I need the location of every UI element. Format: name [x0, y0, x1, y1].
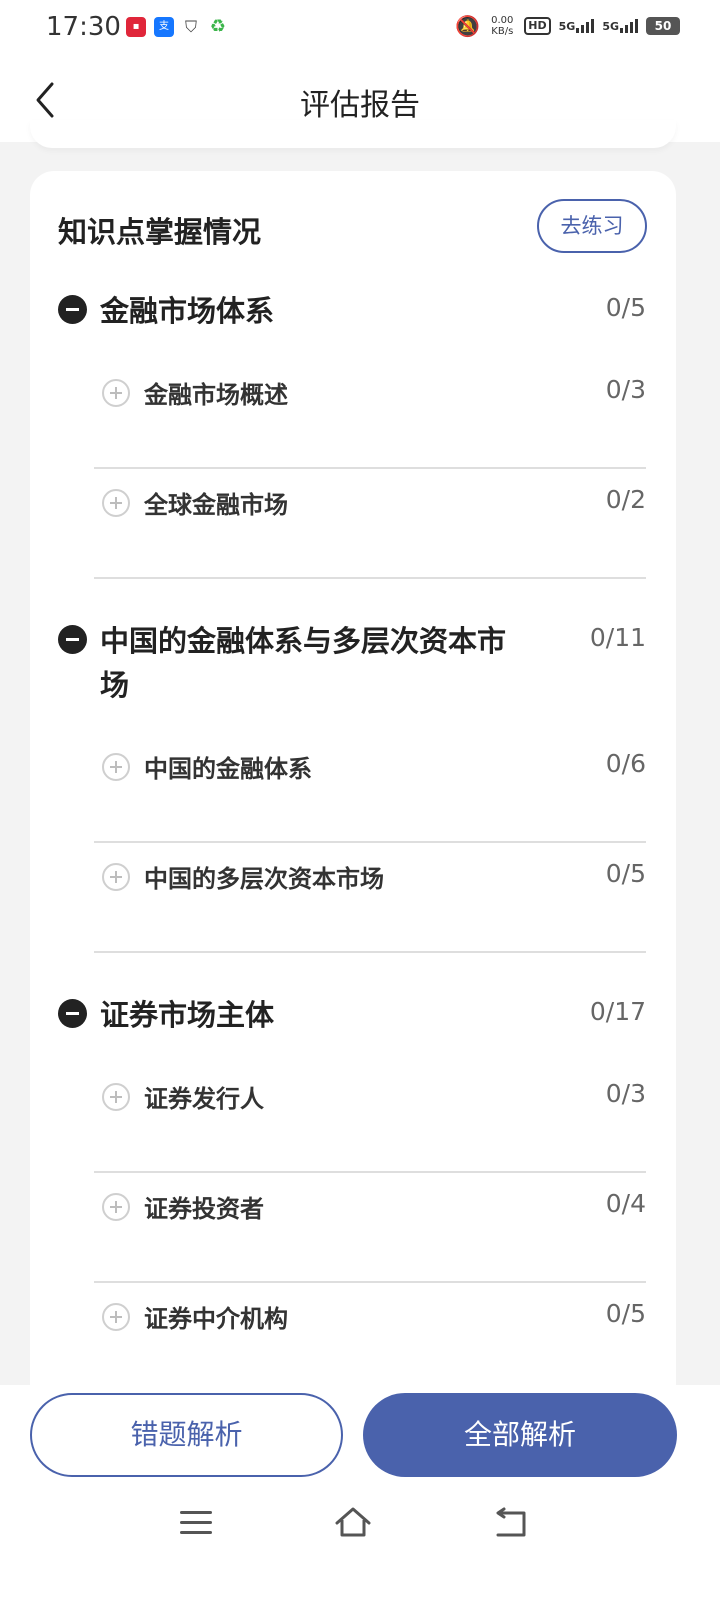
subtopic-item[interactable]: 证券发行人 0/3 — [30, 1063, 676, 1173]
status-time: 17:30 — [46, 12, 121, 42]
all-answers-analysis-button[interactable]: 全部解析 — [363, 1393, 677, 1477]
battery-icon: 50 — [646, 17, 680, 35]
alipay-icon: 支 — [154, 17, 174, 37]
collapse-icon[interactable] — [58, 999, 87, 1028]
expand-icon[interactable] — [102, 489, 130, 517]
net-speed-value: 0.00 — [491, 15, 514, 26]
back-nav-icon[interactable] — [492, 1507, 528, 1539]
expand-icon[interactable] — [102, 1193, 130, 1221]
topic-title: 证券市场主体 — [100, 998, 275, 1032]
topic-score: 0/11 — [589, 623, 646, 652]
wrong-answers-analysis-button[interactable]: 错题解析 — [30, 1393, 343, 1477]
topic-group-header[interactable]: 金融市场体系 0/5 — [30, 289, 676, 359]
subtopic-score: 0/3 — [605, 375, 646, 404]
subtopic-title: 全球金融市场 — [144, 491, 288, 519]
topic-score: 0/5 — [605, 293, 646, 322]
subtopic-item[interactable]: 证券中介机构 0/5 — [30, 1283, 676, 1393]
signal-icon-2: 5G — [602, 19, 638, 33]
practice-button[interactable]: 去练习 — [537, 199, 647, 253]
expand-icon[interactable] — [102, 379, 130, 407]
home-icon[interactable] — [334, 1505, 372, 1541]
collapse-icon[interactable] — [58, 625, 87, 654]
topic-title: 金融市场体系 — [100, 294, 275, 328]
subtopic-score: 0/3 — [605, 1079, 646, 1108]
subtopic-item[interactable]: 中国的金融体系 0/6 — [30, 733, 676, 843]
topic-score: 0/17 — [589, 997, 646, 1026]
card-title: 知识点掌握情况 — [58, 215, 262, 249]
expand-icon[interactable] — [102, 753, 130, 781]
expand-icon[interactable] — [102, 1303, 130, 1331]
page-title: 评估报告 — [300, 88, 420, 123]
signal-icon-1: 5G — [559, 19, 595, 33]
divider — [94, 951, 646, 953]
subtopic-item[interactable]: 金融市场概述 0/3 — [30, 359, 676, 469]
menu-icon[interactable] — [180, 1511, 212, 1537]
signal-label-2: 5G — [602, 20, 619, 33]
recycle-icon: ♻ — [209, 16, 227, 37]
shield-icon: ⛉ — [184, 17, 197, 36]
subtopic-title: 金融市场概述 — [144, 381, 288, 409]
topic-group-header[interactable]: 中国的金融体系与多层次资本市场 0/11 — [30, 619, 676, 733]
expand-icon[interactable] — [102, 863, 130, 891]
status-system-icons: 🔕 0.00 KB/s HD 5G 5G 50 — [455, 14, 680, 38]
topic-group: 中国的金融体系与多层次资本市场 0/11 中国的金融体系 0/6 中国的多层次资… — [30, 619, 676, 953]
status-bar: 17:30 ▪ 支 ⛉ ♻ 🔕 0.00 KB/s HD 5G 5G 50 — [0, 0, 720, 58]
subtopic-title: 中国的金融体系 — [144, 755, 312, 783]
hd-icon: HD — [524, 17, 551, 35]
subtopic-title: 证券发行人 — [144, 1085, 264, 1113]
subtopic-score: 0/5 — [605, 859, 646, 888]
signal-label-1: 5G — [558, 20, 576, 33]
net-speed-unit: KB/s — [491, 26, 514, 37]
subtopic-score: 0/2 — [605, 485, 646, 514]
bell-off-icon: 🔕 — [455, 14, 481, 38]
subtopic-item[interactable]: 证券投资者 0/4 — [30, 1173, 676, 1283]
subtopic-score: 0/5 — [605, 1299, 646, 1328]
subtopic-score: 0/6 — [605, 749, 646, 778]
previous-card-edge — [30, 120, 676, 148]
net-speed: 0.00 KB/s — [488, 15, 516, 37]
status-app-icons: ▪ 支 ⛉ ♻ — [126, 17, 228, 37]
subtopic-title: 中国的多层次资本市场 — [144, 865, 384, 893]
topic-group: 证券市场主体 0/17 证券发行人 0/3 证券投资者 0/4 证券中介机构 0… — [30, 993, 676, 1393]
bottom-action-bar: 错题解析 全部解析 — [0, 1385, 720, 1600]
subtopic-title: 证券中介机构 — [144, 1305, 288, 1333]
expand-icon[interactable] — [102, 1083, 130, 1111]
subtopic-item[interactable]: 中国的多层次资本市场 0/5 — [30, 843, 676, 953]
knowledge-mastery-card: 知识点掌握情况 去练习 金融市场体系 0/5 金融市场概述 0/3 全球金融市场… — [30, 171, 676, 1431]
system-nav-bar — [0, 1503, 720, 1553]
subtopic-item[interactable]: 全球金融市场 0/2 — [30, 469, 676, 579]
subtopic-title: 证券投资者 — [144, 1195, 264, 1223]
subtopic-score: 0/4 — [605, 1189, 646, 1218]
topic-group-header[interactable]: 证券市场主体 0/17 — [30, 993, 676, 1063]
topic-title: 中国的金融体系与多层次资本市场 — [100, 624, 507, 702]
divider — [94, 577, 646, 579]
topic-group: 金融市场体系 0/5 金融市场概述 0/3 全球金融市场 0/2 — [30, 289, 676, 579]
collapse-icon[interactable] — [58, 295, 87, 324]
app-red-icon: ▪ — [126, 17, 146, 37]
